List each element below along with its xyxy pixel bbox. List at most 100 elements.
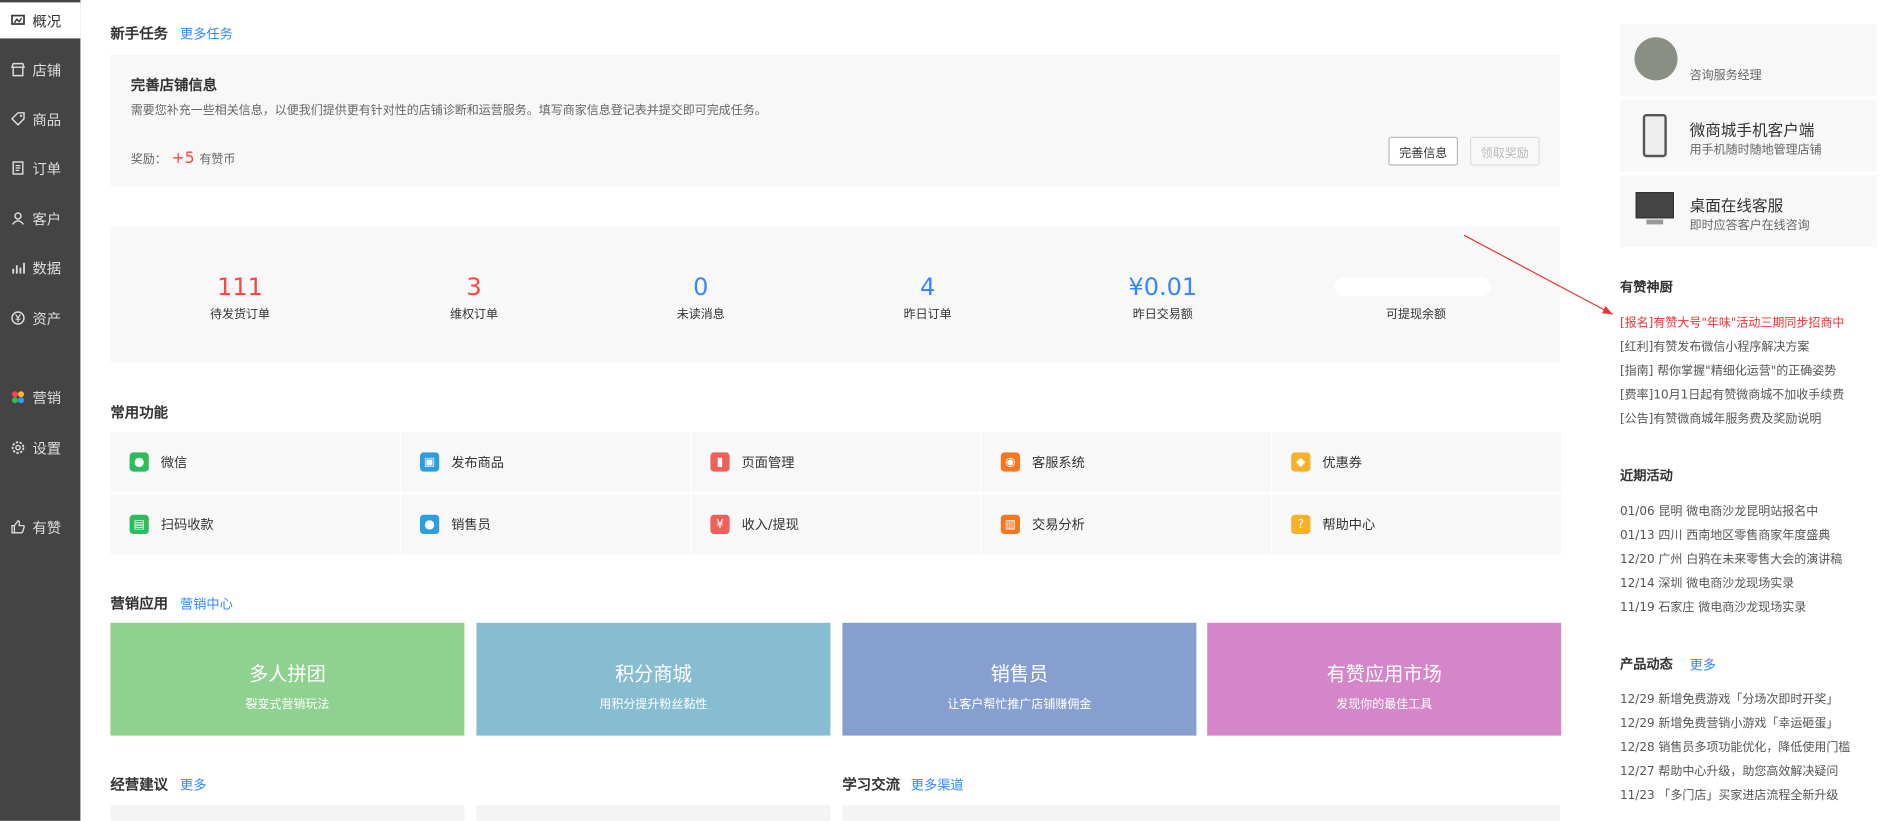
sidebar-item-assets[interactable]: 资产 [0,300,80,336]
sidebar-item-marketing[interactable]: 营销 [0,379,80,415]
sidebar-item-orders[interactable]: 订单 [0,150,80,186]
monitor-stand [1646,219,1664,225]
mobile-client-card[interactable]: 微商城手机客户端 用手机随时随地管理店铺 [1620,99,1877,172]
wechat-icon: ● [129,452,149,472]
chef-item[interactable]: [红利]有赞发布微信小程序解决方案 [1620,336,1809,354]
func-scan-pay[interactable]: ▤ 扫码收款 [110,494,400,555]
sidebar-item-label: 数据 [32,259,62,277]
func-salesperson[interactable]: ● 销售员 [400,494,690,555]
income-icon: ¥ [710,514,730,534]
product-news-item[interactable]: 12/28 销售员多项功能优化，降低使用门槛 [1620,737,1850,755]
app-card-title: 积分商城 [614,662,692,686]
stat-yesterday-revenue[interactable]: ¥0.01 昨日交易额 [1043,272,1283,321]
task-description: 需要您补充一些相关信息，以便我们提供更有针对性的店铺诊断和运营服务。填写商家信息… [130,104,767,118]
reward-label: 奖励： [130,153,167,167]
app-card-salesperson[interactable]: 销售员 让客户帮忙推广店铺赚佣金 [842,622,1197,736]
func-label: 微信 [160,454,188,471]
sidebar-item-label: 店铺 [32,61,62,79]
sidebar-item-overview[interactable]: 概况 [0,2,81,39]
chef-item[interactable]: [报名]有赞大号"年味"活动三期同步招商中 [1620,312,1844,330]
sidebar-item-label: 资产 [32,310,62,327]
yen-icon [10,310,27,327]
sidebar-item-label: 设置 [32,439,62,457]
func-publish-goods[interactable]: ▣ 发布商品 [400,432,690,493]
advice-card [110,805,465,821]
coupon-icon: ◆ [1291,452,1311,472]
chef-item[interactable]: [公告]有赞微商城年服务费及奖励说明 [1620,408,1821,426]
phone-icon [1642,114,1667,158]
event-item[interactable]: 01/06 昆明 微电商沙龙昆明站报名中 [1620,500,1818,518]
sidebar-item-label: 客户 [32,210,62,228]
help-icon: ? [1291,514,1311,534]
complete-info-button[interactable]: 完善信息 [1388,136,1458,166]
sidebar-item-data[interactable]: 数据 [0,250,80,286]
sidebar-item-customers[interactable]: 客户 [0,200,80,236]
stat-pending-shipment[interactable]: 111 待发货订单 [120,272,360,321]
event-item[interactable]: 01/13 四川 西南地区零售商家年度盛典 [1620,524,1830,542]
stat-label: 昨日订单 [903,308,952,322]
app-card-subtitle: 用积分提升粉丝黏性 [599,698,708,712]
app-card-app-market[interactable]: 有赞应用市场 发现你的最佳工具 [1207,622,1562,736]
more-tasks-link[interactable]: 更多任务 [180,24,233,43]
app-card-title: 多人拼团 [248,662,326,686]
learning-more-link[interactable]: 更多渠道 [911,775,964,794]
stat-unread-messages[interactable]: 0 未读消息 [581,272,821,321]
advice-more-link[interactable]: 更多 [180,775,206,794]
tag-icon [10,110,27,127]
event-item[interactable]: 11/19 石家庄 微电商沙龙现场实录 [1620,596,1806,614]
consultant-card[interactable]: 咨询服务经理 [1620,24,1877,96]
func-label: 优惠券 [1322,454,1362,471]
newbie-task-title: 新手任务 [110,25,169,42]
chef-item[interactable]: [费率]10月1日起有赞微商城不加收手续费 [1620,384,1844,402]
chart-icon [10,259,27,276]
func-customer-service[interactable]: ◉ 客服系统 [981,432,1271,493]
common-functions-grid: ● 微信 ▣ 发布商品 ▮ 页面管理 ◉ 客服系统 ◆ 优惠券 ▤ 扫码收款 ● 销售员 ¥ 收… [110,432,1562,555]
stat-rights-orders[interactable]: 3 维权订单 [354,272,594,321]
sidebar-item-youzan[interactable]: 有赞 [0,509,80,545]
event-item[interactable]: 12/20 广州 白鸦在未来零售大会的演讲稿 [1620,548,1842,566]
func-help-center[interactable]: ? 帮助中心 [1272,494,1562,555]
sidebar-item-goods[interactable]: 商品 [0,101,80,137]
func-label: 收入/提现 [741,517,799,533]
page-icon: ▮ [710,452,730,472]
func-label: 扫码收款 [160,517,214,533]
func-trade-analysis[interactable]: ▥ 交易分析 [981,494,1271,555]
product-news-more-link[interactable]: 更多 [1690,655,1716,674]
reward-value: +5 [171,150,195,168]
func-income-withdraw[interactable]: ¥ 收入/提现 [691,494,981,555]
avatar [1634,37,1678,81]
sidebar-item-settings[interactable]: 设置 [0,430,80,466]
app-card-title: 有赞应用市场 [1326,662,1442,686]
product-news-item[interactable]: 12/27 帮助中心升级，助您高效解决疑问 [1620,761,1838,779]
event-item[interactable]: 12/14 深圳 微电商沙龙现场实录 [1620,572,1794,590]
marketing-center-link[interactable]: 营销中心 [180,594,233,613]
claim-reward-button[interactable]: 领取奖励 [1470,136,1540,166]
stat-yesterday-orders[interactable]: 4 昨日订单 [808,272,1048,321]
store-icon [10,61,27,78]
gear-icon [10,439,27,456]
app-card-points-mall[interactable]: 积分商城 用积分提升粉丝黏性 [476,622,831,736]
sidebar-item-label: 有赞 [32,519,62,536]
salesperson-icon: ● [420,514,440,534]
product-news-item[interactable]: 12/29 新增免费游戏「分场次即时开奖」 [1620,689,1838,707]
chef-item[interactable]: [指南] 帮你掌握"精细化运营"的正确姿势 [1620,360,1836,378]
marketing-apps-title: 营销应用 [110,595,169,612]
consultant-role: 咨询服务经理 [1689,69,1762,83]
analysis-icon: ▥ [1000,514,1021,534]
func-page-manage[interactable]: ▮ 页面管理 [691,432,981,493]
app-card-subtitle: 让客户帮忙推广店铺赚佣金 [947,698,1092,712]
func-wechat[interactable]: ● 微信 [110,432,400,493]
desktop-service-card[interactable]: 桌面在线客服 即时应答客户在线咨询 [1620,175,1877,248]
desktop-service-subtitle: 即时应答客户在线咨询 [1689,219,1810,233]
publish-icon: ▣ [420,452,440,472]
sidebar-item-store[interactable]: 店铺 [0,52,80,88]
learning-title: 学习交流 [842,776,901,794]
stat-label: 可提现余额 [1386,308,1446,322]
dashboard-icon [10,12,27,29]
app-card-group-buy[interactable]: 多人拼团 裂变式营销玩法 [110,622,465,736]
product-news-item[interactable]: 12/29 新增免费营销小游戏「幸运砸蛋」 [1620,713,1838,731]
app-card-subtitle: 发现你的最佳工具 [1336,698,1433,712]
learning-card [842,805,1561,821]
func-coupon[interactable]: ◆ 优惠券 [1272,432,1562,493]
product-news-item[interactable]: 11/23 「多门店」买家进店流程全新升级 [1620,785,1838,803]
